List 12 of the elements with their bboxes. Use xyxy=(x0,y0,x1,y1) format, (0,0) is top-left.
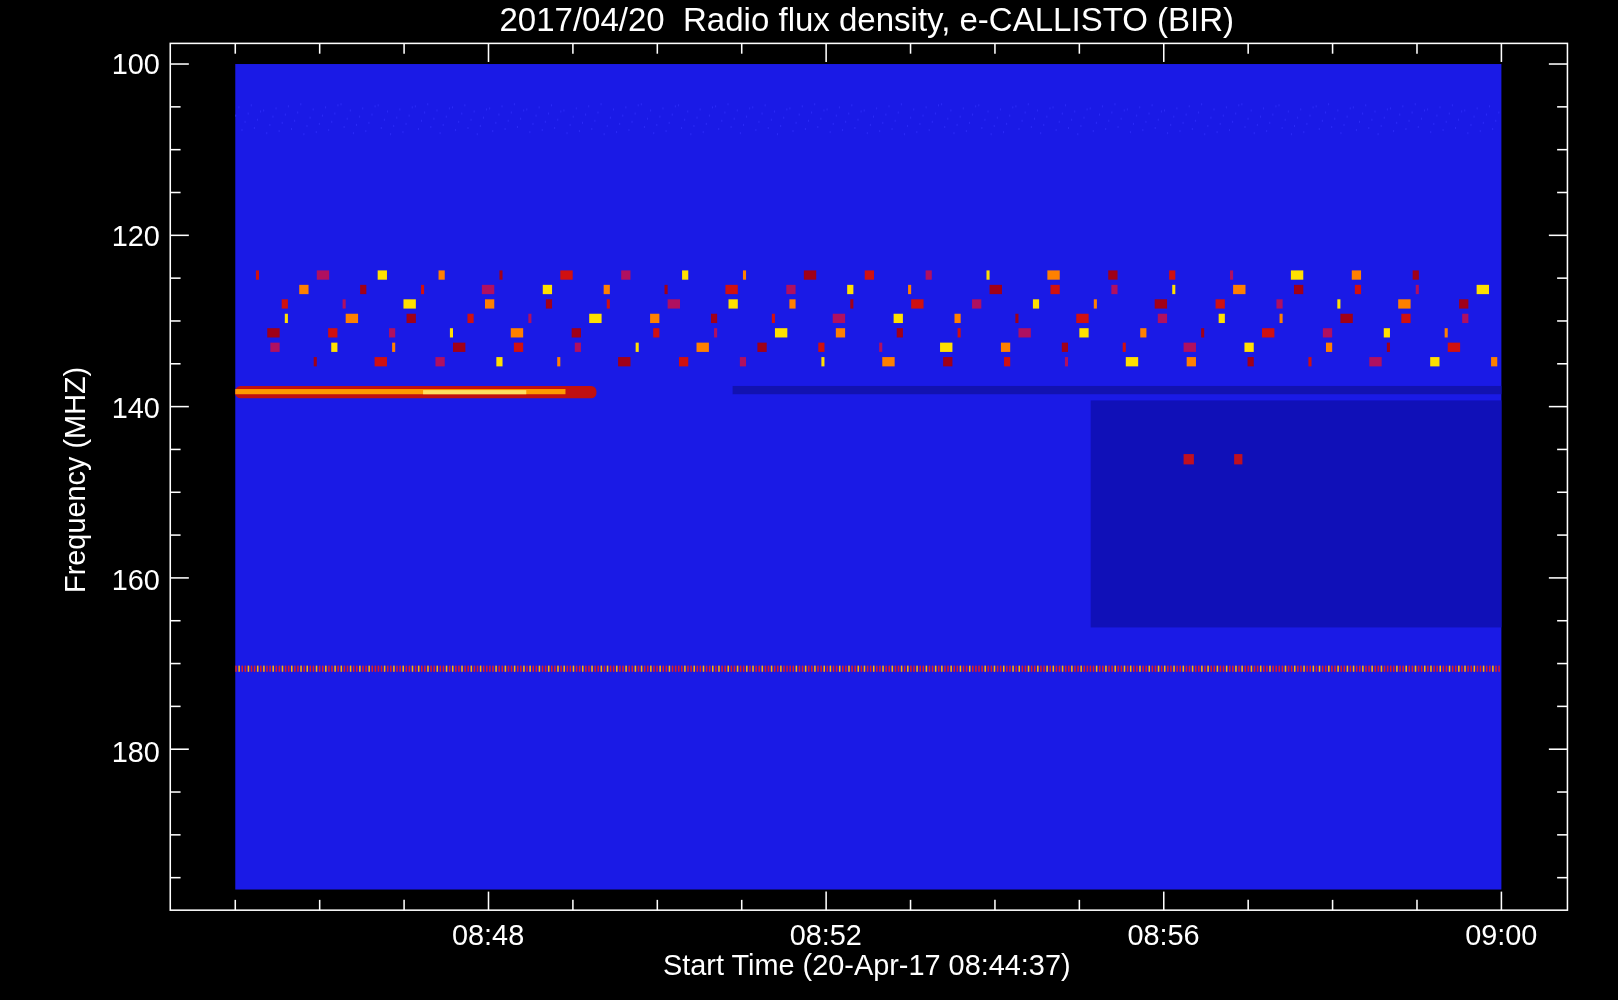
x-tick-label: 08:56 xyxy=(1127,919,1200,952)
y-tick-label: 160 xyxy=(111,563,160,596)
y-tick-label: 140 xyxy=(111,391,160,424)
x-tick-label: 08:52 xyxy=(789,919,862,952)
x-tick-label: 08:48 xyxy=(451,919,525,952)
y-tick-label: 120 xyxy=(111,220,160,253)
x-tick-label: 09:00 xyxy=(1465,919,1538,952)
chart-title: 2017/04/20 Radio flux density, e-CALLISTO (BIR) xyxy=(499,1,1235,38)
y-tick-label: 100 xyxy=(111,48,160,81)
x-axis-label: Start Time (20-Apr-17 08:44:37) xyxy=(662,949,1071,982)
y-tick-label: 180 xyxy=(111,735,160,768)
y-axis-label: Frequency (MHZ) xyxy=(58,366,91,593)
